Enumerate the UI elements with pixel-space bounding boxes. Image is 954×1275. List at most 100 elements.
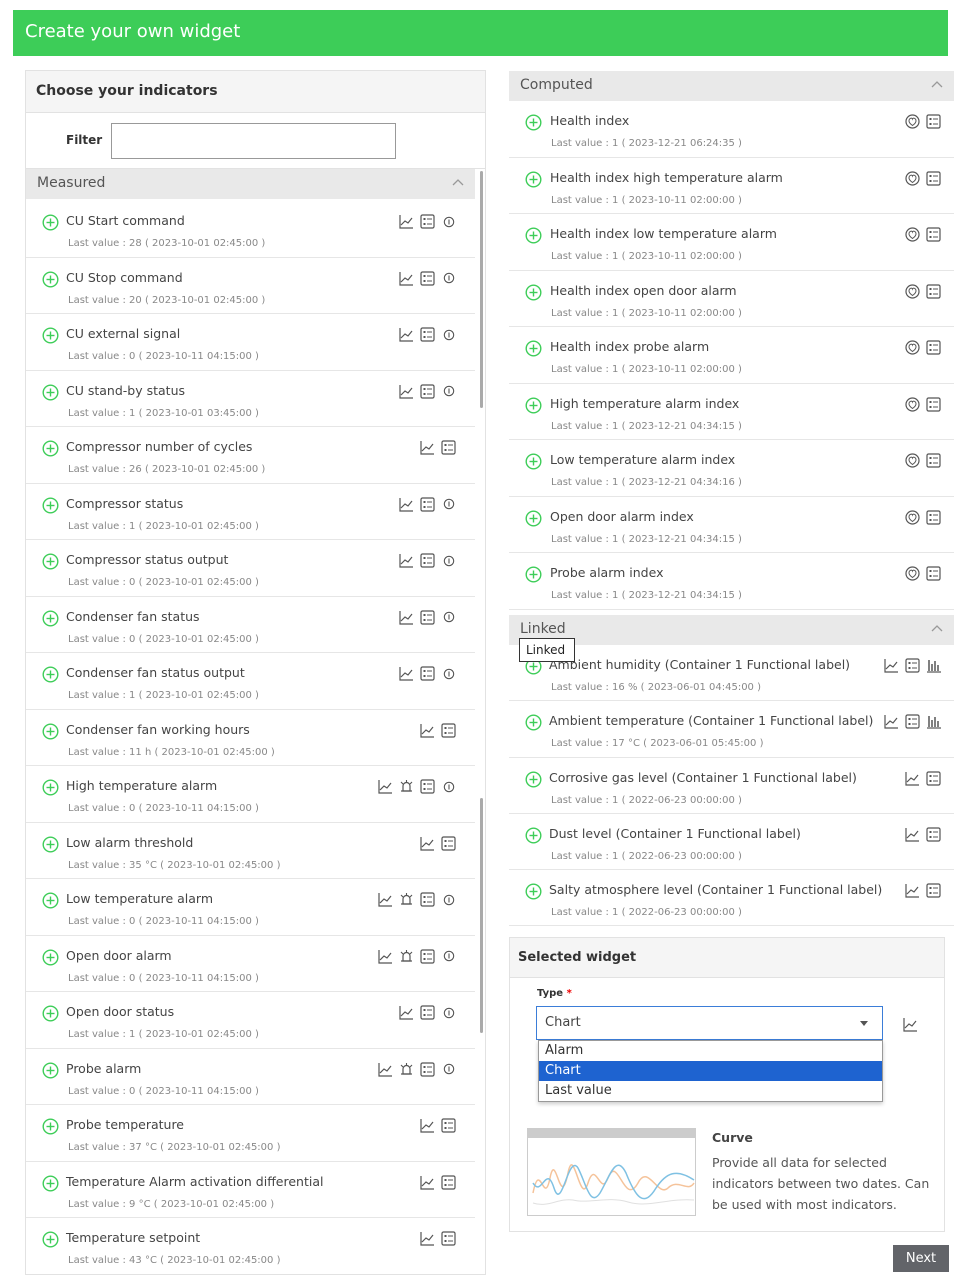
info-icon[interactable]	[440, 950, 455, 962]
indicator-row[interactable]: Health index high temperature alarm Last …	[509, 158, 954, 214]
line-chart-icon[interactable]	[904, 770, 921, 787]
info-icon[interactable]	[440, 329, 455, 341]
add-icon[interactable]	[525, 771, 542, 788]
table-icon[interactable]	[419, 948, 436, 965]
add-icon[interactable]	[42, 835, 59, 853]
line-chart-icon[interactable]	[904, 826, 921, 843]
info-icon[interactable]	[440, 781, 455, 793]
table-icon[interactable]	[925, 452, 942, 469]
line-chart-icon[interactable]	[419, 1117, 436, 1134]
line-chart-icon[interactable]	[419, 722, 436, 739]
add-icon[interactable]	[42, 779, 59, 796]
line-chart-icon[interactable]	[904, 882, 921, 899]
add-icon[interactable]	[525, 227, 542, 244]
indicator-row[interactable]: Compressor number of cycles Last value : …	[26, 427, 475, 484]
alarm-icon[interactable]	[398, 778, 415, 795]
indicator-row[interactable]: Low alarm threshold Last value : 35 °C ( …	[26, 823, 475, 879]
indicator-row[interactable]: Health index low temperature alarm Last v…	[509, 214, 954, 271]
health-icon[interactable]	[904, 226, 921, 243]
alarm-icon[interactable]	[398, 1061, 415, 1078]
add-icon[interactable]	[42, 892, 59, 909]
line-chart-icon[interactable]	[419, 1230, 436, 1247]
add-icon[interactable]	[42, 948, 59, 966]
chevron-up-icon[interactable]	[451, 176, 465, 190]
table-icon[interactable]	[925, 770, 942, 787]
indicator-row[interactable]: Health index probe alarm Last value : 1 (…	[509, 327, 954, 384]
table-icon[interactable]	[925, 170, 942, 187]
line-chart-icon[interactable]	[419, 439, 436, 456]
table-icon[interactable]	[419, 270, 436, 287]
add-icon[interactable]	[525, 509, 542, 527]
indicator-row[interactable]: Condenser fan status output Last value : …	[26, 653, 475, 710]
info-icon[interactable]	[440, 498, 455, 510]
add-icon[interactable]	[42, 1118, 59, 1135]
add-icon[interactable]	[525, 170, 542, 188]
table-icon[interactable]	[419, 665, 436, 682]
info-icon[interactable]	[440, 611, 455, 623]
linked-section-header[interactable]: Linked	[509, 615, 954, 645]
chevron-up-icon[interactable]	[930, 622, 944, 636]
table-icon[interactable]	[419, 213, 436, 230]
indicator-row[interactable]: Corrosive gas level (Container 1 Functio…	[509, 758, 954, 814]
health-icon[interactable]	[904, 509, 921, 526]
type-option-alarm[interactable]: Alarm	[539, 1041, 882, 1061]
table-icon[interactable]	[419, 383, 436, 400]
line-chart-icon[interactable]	[398, 609, 415, 626]
add-icon[interactable]	[525, 566, 542, 583]
indicator-row[interactable]: Probe alarm Last value : 0 ( 2023-10-11 0…	[26, 1049, 475, 1105]
add-icon[interactable]	[42, 1005, 59, 1022]
add-icon[interactable]	[42, 1231, 59, 1248]
indicator-row[interactable]: Open door alarm Last value : 0 ( 2023-10-…	[26, 936, 475, 992]
add-icon[interactable]	[42, 1174, 59, 1192]
add-icon[interactable]	[525, 827, 542, 844]
line-chart-icon[interactable]	[883, 713, 900, 730]
table-icon[interactable]	[925, 882, 942, 899]
info-icon[interactable]	[440, 1007, 455, 1019]
info-icon[interactable]	[440, 1063, 455, 1075]
indicator-row[interactable]: High temperature alarm Last value : 0 ( 2…	[26, 766, 475, 823]
table-icon[interactable]	[925, 396, 942, 413]
line-chart-icon[interactable]	[377, 1061, 394, 1078]
table-icon[interactable]	[440, 439, 457, 456]
indicator-row[interactable]: CU stand-by status Last value : 1 ( 2023-…	[26, 371, 475, 427]
indicator-row[interactable]: Compressor status Last value : 1 ( 2023-1…	[26, 484, 475, 540]
info-icon[interactable]	[440, 385, 455, 397]
type-option-chart[interactable]: Chart	[539, 1061, 882, 1081]
indicator-row[interactable]: High temperature alarm index Last value :…	[509, 384, 954, 440]
indicator-row[interactable]: CU external signal Last value : 0 ( 2023-…	[26, 314, 475, 371]
add-icon[interactable]	[525, 883, 542, 900]
info-icon[interactable]	[440, 555, 455, 567]
computed-section-header[interactable]: Computed	[509, 71, 954, 101]
next-button[interactable]: Next	[893, 1245, 949, 1272]
health-icon[interactable]	[904, 396, 921, 413]
indicator-row[interactable]: CU Stop command Last value : 20 ( 2023-10…	[26, 258, 475, 314]
indicator-row[interactable]: Probe temperature Last value : 37 °C ( 20…	[26, 1105, 475, 1162]
info-icon[interactable]	[440, 668, 455, 680]
filter-input[interactable]	[111, 123, 396, 159]
add-icon[interactable]	[525, 114, 542, 131]
alarm-icon[interactable]	[398, 948, 415, 965]
health-icon[interactable]	[904, 113, 921, 130]
measured-section-header[interactable]: Measured	[26, 169, 475, 199]
add-icon[interactable]	[42, 666, 59, 683]
line-chart-icon[interactable]	[419, 835, 436, 852]
line-chart-icon[interactable]	[398, 326, 415, 343]
indicator-row[interactable]: Ambient humidity (Container 1 Functional…	[509, 645, 954, 702]
indicator-row[interactable]: Condenser fan status Last value : 0 ( 202…	[26, 597, 475, 653]
scrollbar-thumb[interactable]	[480, 798, 483, 1033]
add-icon[interactable]	[42, 270, 59, 288]
add-icon[interactable]	[525, 340, 542, 357]
add-icon[interactable]	[525, 396, 542, 414]
table-icon[interactable]	[925, 565, 942, 582]
line-chart-icon[interactable]	[398, 496, 415, 513]
indicator-row[interactable]: Temperature setpoint Last value : 43 °C (…	[26, 1218, 475, 1274]
table-icon[interactable]	[419, 1061, 436, 1078]
indicator-row[interactable]: Low temperature alarm Last value : 0 ( 20…	[26, 879, 475, 936]
indicator-row[interactable]: Compressor status output Last value : 0 (…	[26, 540, 475, 597]
indicator-row[interactable]: Probe alarm index Last value : 1 ( 2023-1…	[509, 553, 954, 610]
line-chart-icon[interactable]	[398, 213, 415, 230]
line-chart-icon[interactable]	[398, 665, 415, 682]
indicator-row[interactable]: Ambient temperature (Container 1 Functio…	[509, 701, 954, 758]
add-icon[interactable]	[525, 283, 542, 301]
add-icon[interactable]	[42, 496, 59, 514]
